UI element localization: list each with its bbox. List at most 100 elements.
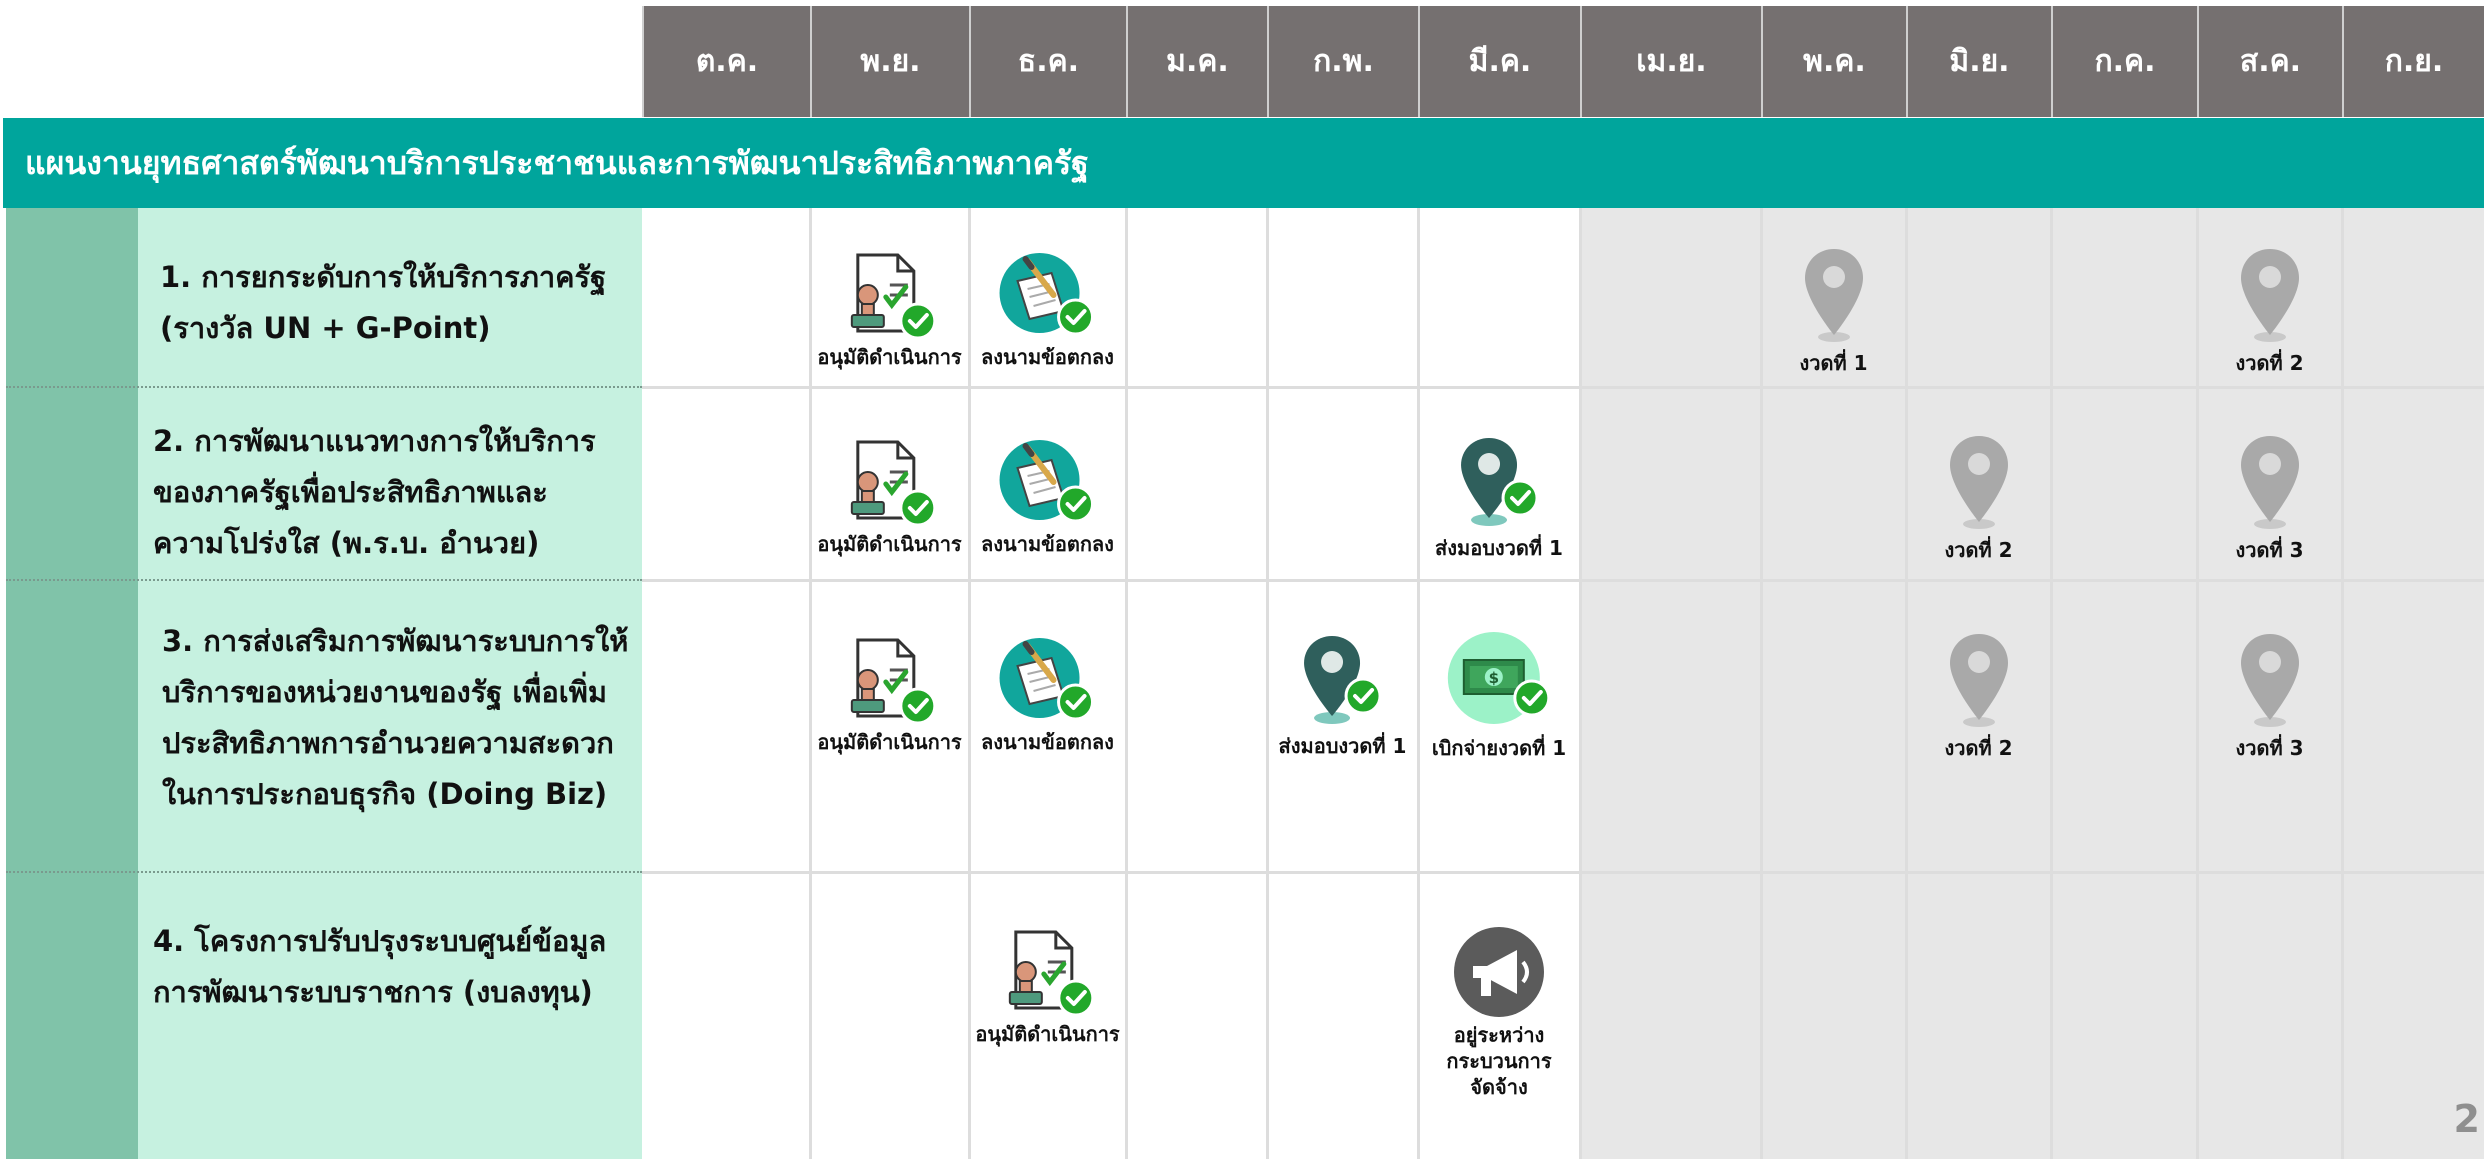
milestone-location-pin-gray: งวดที่ 2 — [1944, 630, 2014, 764]
milestone-label: อยู่ระหว่างกระบวนการจัดจ้าง — [1446, 1023, 1552, 1099]
milestone-label: งวดที่ 3 — [2235, 538, 2304, 562]
milestone-approval-stamp: อนุมัติดำเนินการ — [817, 636, 962, 758]
month-header: ส.ค. — [2197, 6, 2342, 117]
row-divider-dotted — [6, 579, 642, 581]
page-number: 2 — [2453, 1097, 2480, 1141]
signed-agreement-icon — [997, 438, 1097, 526]
month-header: เม.ย. — [1580, 6, 1761, 117]
milestone-location-pin-gray: งวดที่ 3 — [2235, 630, 2305, 764]
milestone-label: อนุมัติดำเนินการ — [817, 730, 962, 754]
milestone-label: ลงนามข้อตกลง — [981, 345, 1114, 369]
project-label-line: 2. การพัฒนาแนวทางการให้บริการ — [153, 424, 596, 458]
location-pin-gray-icon — [2235, 245, 2305, 345]
location-pin-gray-icon — [2235, 630, 2305, 730]
milestone-label: อนุมัติดำเนินการ — [817, 345, 962, 369]
milestone-signed-agreement: ลงนามข้อตกลง — [981, 636, 1114, 758]
milestone-location-pin-gray: งวดที่ 2 — [1944, 432, 2014, 566]
milestone-approval-stamp: อนุมัติดำเนินการ — [817, 251, 962, 373]
row-divider — [642, 579, 2484, 582]
milestone-label: งวดที่ 2 — [2235, 351, 2304, 375]
column-divider — [1125, 208, 1128, 1159]
location-pin-done-icon — [1297, 632, 1387, 728]
column-divider — [2341, 208, 2344, 1159]
column-divider — [1417, 208, 1420, 1159]
milestone-approval-stamp: อนุมัติดำเนินการ — [817, 438, 962, 560]
milestone-label: เบิกจ่ายงวดที่ 1 — [1431, 736, 1567, 760]
month-header: ม.ค. — [1126, 6, 1267, 117]
banner-title: แผนงานยุทธศาสตร์พัฒนาบริการประชาชนและการ… — [25, 143, 1089, 182]
column-divider — [2196, 208, 2199, 1159]
approval-stamp-icon — [842, 251, 938, 339]
milestone-location-pin-gray: งวดที่ 3 — [2235, 432, 2305, 566]
future-months-shading — [1580, 208, 2484, 1159]
milestone-location-pin-gray: งวดที่ 1 — [1799, 245, 1869, 379]
location-pin-done-icon — [1454, 434, 1544, 530]
milestone-location-pin-done: ส่งมอบงวดที่ 1 — [1278, 632, 1407, 762]
milestone-signed-agreement: ลงนามข้อตกลง — [981, 438, 1114, 560]
column-divider — [1905, 208, 1908, 1159]
project-label-1: 1. การยกระดับการให้บริการภาครัฐ (รางวัล U… — [160, 252, 606, 354]
milestone-signed-agreement: ลงนามข้อตกลง — [981, 251, 1114, 373]
milestone-location-pin-done: ส่งมอบงวดที่ 1 — [1435, 434, 1563, 564]
month-header: พ.ย. — [810, 6, 969, 117]
month-header: มี.ค. — [1418, 6, 1580, 117]
project-label-2: 2. การพัฒนาแนวทางการให้บริการของภาครัฐเพ… — [153, 416, 596, 569]
month-header: ก.ค. — [2051, 6, 2197, 117]
location-pin-gray-icon — [2235, 432, 2305, 532]
project-label-3: 3. การส่งเสริมการพัฒนาระบบการให้บริการขอ… — [162, 616, 628, 820]
approval-stamp-icon — [842, 636, 938, 724]
month-header: ธ.ค. — [969, 6, 1126, 117]
milestone-label: ส่งมอบงวดที่ 1 — [1435, 536, 1563, 560]
approval-stamp-icon — [1000, 928, 1096, 1016]
location-pin-gray-icon — [1944, 432, 2014, 532]
milestone-approval-stamp: อนุมัติดำเนินการ — [975, 928, 1120, 1050]
project-label-line: การพัฒนาระบบราชการ (งบลงทุน) — [153, 975, 593, 1009]
svg-text:$: $ — [1489, 669, 1499, 687]
megaphone-icon — [1451, 924, 1547, 1020]
row-divider-dotted — [6, 386, 642, 388]
milestone-money-disbursed: $ เบิกจ่ายงวดที่ 1 — [1432, 630, 1566, 764]
column-divider — [2050, 208, 2053, 1159]
strategy-banner: แผนงานยุทธศาสตร์พัฒนาบริการประชาชนและการ… — [3, 118, 2484, 208]
signed-agreement-icon — [997, 636, 1097, 724]
project-label-line: ในการประกอบธุรกิจ (Doing Biz) — [162, 777, 608, 811]
milestone-megaphone: อยู่ระหว่างกระบวนการจัดจ้าง — [1439, 924, 1559, 1100]
milestone-label: งวดที่ 2 — [1944, 736, 2013, 760]
row-divider — [642, 871, 2484, 874]
column-divider — [809, 208, 812, 1159]
project-label-line: ประสิทธิภาพการอำนวยความสะดวก — [162, 726, 614, 760]
row-divider — [642, 386, 2484, 389]
milestone-label: ลงนามข้อตกลง — [981, 730, 1114, 754]
column-divider — [968, 208, 971, 1159]
project-label-line: ของภาครัฐเพื่อประสิทธิภาพและ — [153, 475, 548, 509]
milestone-label: อนุมัติดำเนินการ — [817, 532, 962, 556]
project-label-line: 3. การส่งเสริมการพัฒนาระบบการให้ — [162, 624, 629, 658]
project-label-line: บริการของหน่วยงานของรัฐ เพื่อเพิ่ม — [162, 675, 607, 709]
milestone-label: งวดที่ 1 — [1799, 351, 1868, 375]
milestone-location-pin-gray: งวดที่ 2 — [2235, 245, 2305, 379]
signed-agreement-icon — [997, 251, 1097, 339]
left-accent-strip — [6, 208, 138, 1159]
column-divider — [1760, 208, 1763, 1159]
month-header: พ.ค. — [1761, 6, 1906, 117]
project-label-line: 4. โครงการปรับปรุงระบบศูนย์ข้อมูล — [153, 924, 607, 958]
milestone-label: ส่งมอบงวดที่ 1 — [1278, 734, 1407, 758]
column-divider — [1579, 208, 1582, 1159]
row-divider-dotted — [6, 871, 642, 873]
month-header: มิ.ย. — [1906, 6, 2051, 117]
project-label-line: 1. การยกระดับการให้บริการภาครัฐ — [160, 260, 607, 294]
location-pin-gray-icon — [1944, 630, 2014, 730]
column-divider — [1266, 208, 1269, 1159]
location-pin-gray-icon — [1799, 245, 1869, 345]
milestone-label: งวดที่ 2 — [1944, 538, 2013, 562]
month-header: ก.พ. — [1267, 6, 1418, 117]
month-header: ต.ค. — [642, 6, 810, 117]
project-label-4: 4. โครงการปรับปรุงระบบศูนย์ข้อมูลการพัฒน… — [153, 916, 606, 1018]
approval-stamp-icon — [842, 438, 938, 526]
milestone-label: อนุมัติดำเนินการ — [975, 1022, 1120, 1046]
milestone-label: ลงนามข้อตกลง — [981, 532, 1114, 556]
project-label-line: (รางวัล UN + G-Point) — [160, 311, 491, 345]
month-header: ก.ย. — [2342, 6, 2484, 117]
money-disbursed-icon: $ — [1446, 630, 1552, 730]
project-label-line: ความโปร่งใส (พ.ร.บ. อำนวย) — [153, 526, 540, 560]
